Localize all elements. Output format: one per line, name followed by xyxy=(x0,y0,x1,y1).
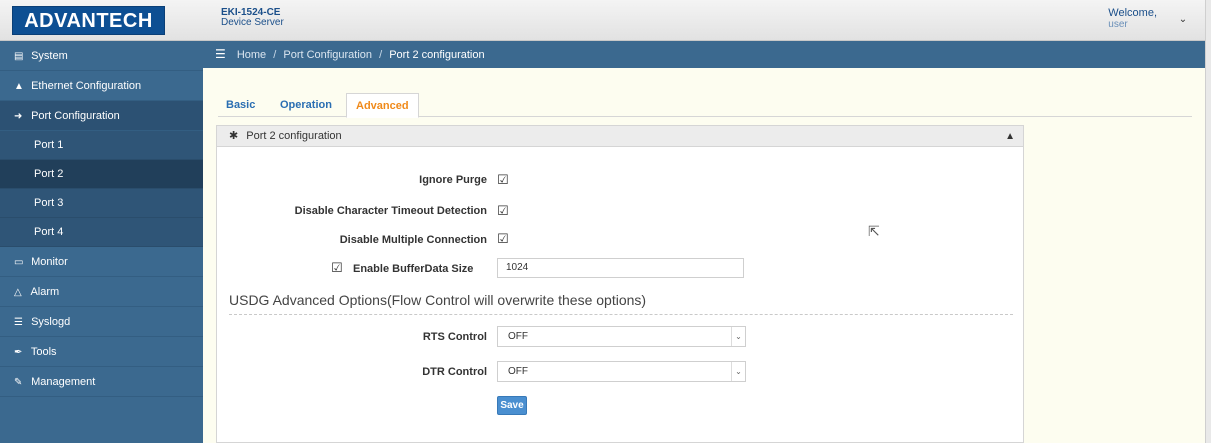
hamburger-menu-icon[interactable]: ☰ xyxy=(215,47,226,61)
gear-icon: ✱ xyxy=(229,130,239,142)
sidebar-item-label: Syslogd xyxy=(31,316,71,328)
breadcrumb-current: Port 2 configuration xyxy=(389,49,485,61)
section-divider xyxy=(229,314,1013,315)
chevron-down-icon[interactable]: ⌄ xyxy=(1175,12,1191,28)
disable-char-timeout-checkbox[interactable]: ☑ xyxy=(497,204,509,217)
tab-advanced[interactable]: Advanced xyxy=(346,93,419,118)
sidebar-subitem-label: Port 3 xyxy=(34,197,64,209)
rts-control-value: OFF xyxy=(508,331,528,342)
sidebar-item-label: Alarm xyxy=(30,286,60,298)
edit-icon: ✎ xyxy=(14,377,23,388)
buffer-size-input[interactable]: 1024 xyxy=(497,258,744,278)
disable-multi-conn-checkbox[interactable]: ☑ xyxy=(497,232,509,245)
sidebar-item-alarm[interactable]: △ Alarm xyxy=(0,277,203,307)
sidebar-item-tools[interactable]: ✒ Tools xyxy=(0,337,203,367)
user-name: user xyxy=(1108,19,1128,30)
sidebar-item-port-2[interactable]: Port 2 xyxy=(0,160,203,189)
device-type: Device Server xyxy=(221,17,284,28)
page-scrollbar[interactable] xyxy=(1205,0,1211,443)
collapse-icon[interactable]: ▲ xyxy=(1005,126,1015,147)
ignore-purge-label: Ignore Purge xyxy=(419,174,487,186)
rts-control-select[interactable]: OFF ⌄ xyxy=(497,326,746,347)
disable-char-timeout-label: Disable Character Timeout Detection xyxy=(294,205,487,217)
dtr-control-select[interactable]: OFF ⌄ xyxy=(497,361,746,382)
rts-control-label: RTS Control xyxy=(422,331,487,343)
sidebar-item-system[interactable]: ▤ System xyxy=(0,41,203,71)
breadcrumb-separator: / xyxy=(273,49,277,61)
sidebar-item-port-configuration[interactable]: ➜ Port Configuration xyxy=(0,101,203,131)
disable-multi-conn-label: Disable Multiple Connection xyxy=(339,234,487,246)
sidebar-item-label: Tools xyxy=(30,346,57,358)
sidebar-item-label: System xyxy=(31,50,68,62)
sidebar-item-port-3[interactable]: Port 3 xyxy=(0,189,203,218)
sidebar-item-port-1[interactable]: Port 1 xyxy=(0,131,203,160)
mouse-cursor-icon: ⇱ xyxy=(868,223,880,239)
usdg-section-title: USDG Advanced Options(Flow Control will … xyxy=(229,292,647,308)
sidebar-subitem-label: Port 4 xyxy=(34,226,64,238)
sidebar-subitem-label: Port 1 xyxy=(34,139,64,151)
sidebar-item-label: Monitor xyxy=(31,256,68,268)
chevron-down-icon: ⌄ xyxy=(731,327,745,346)
sidebar-item-ethernet-configuration[interactable]: ▲ Ethernet Configuration xyxy=(0,71,203,101)
sidebar-subitem-label: Port 2 xyxy=(34,168,64,180)
sidebar-item-label: Management xyxy=(31,376,96,388)
dtr-control-label: DTR Control xyxy=(422,366,487,378)
tab-operation[interactable]: Operation xyxy=(280,93,332,117)
save-button[interactable]: Save xyxy=(497,396,527,415)
ignore-purge-checkbox[interactable]: ☑ xyxy=(497,173,509,186)
breadcrumb-home[interactable]: Home xyxy=(237,49,266,61)
network-icon: ▲ xyxy=(14,81,24,92)
wrench-icon: ✒ xyxy=(14,347,23,358)
plug-icon: ➜ xyxy=(14,111,23,122)
user-welcome[interactable]: Welcome, user xyxy=(1108,7,1157,31)
config-tabs: Basic Operation Advanced xyxy=(218,93,1192,118)
panel-header: ✱ Port 2 configuration ▲ xyxy=(217,126,1023,147)
buffer-size-label: Enable BufferData Size xyxy=(353,263,474,275)
sidebar-item-label: Port Configuration xyxy=(31,110,120,122)
port-config-panel: ✱ Port 2 configuration ▲ xyxy=(216,125,1024,443)
sidebar-item-monitor[interactable]: ▭ Monitor xyxy=(0,247,203,277)
chevron-down-icon: ⌄ xyxy=(731,362,745,381)
sidebar-item-syslogd[interactable]: ☰ Syslogd xyxy=(0,307,203,337)
sidebar-item-label: Ethernet Configuration xyxy=(31,80,142,92)
bell-icon: △ xyxy=(14,287,22,298)
breadcrumb-port-configuration[interactable]: Port Configuration xyxy=(283,49,372,61)
panel-title: Port 2 configuration xyxy=(246,130,342,142)
sidebar-item-port-4[interactable]: Port 4 xyxy=(0,218,203,247)
sidebar-item-management[interactable]: ✎ Management xyxy=(0,367,203,397)
breadcrumb-separator: / xyxy=(379,49,383,61)
sidebar: ▤ System ▲ Ethernet Configuration ➜ Port… xyxy=(0,41,203,443)
device-info: EKI-1524-CE Device Server xyxy=(221,8,284,28)
top-bar: ADVANTECH EKI-1524-CE Device Server Welc… xyxy=(0,0,1211,41)
breadcrumb: ☰ Home / Port Configuration / Port 2 con… xyxy=(203,41,1205,68)
buffer-size-checkbox[interactable]: ☑ xyxy=(331,261,343,274)
tab-basic[interactable]: Basic xyxy=(226,93,255,117)
monitor-icon: ▭ xyxy=(14,257,24,268)
advantech-logo[interactable]: ADVANTECH xyxy=(12,6,165,35)
system-icon: ▤ xyxy=(14,51,24,62)
list-icon: ☰ xyxy=(14,317,23,328)
dtr-control-value: OFF xyxy=(508,366,528,377)
welcome-text: Welcome, xyxy=(1108,7,1157,19)
